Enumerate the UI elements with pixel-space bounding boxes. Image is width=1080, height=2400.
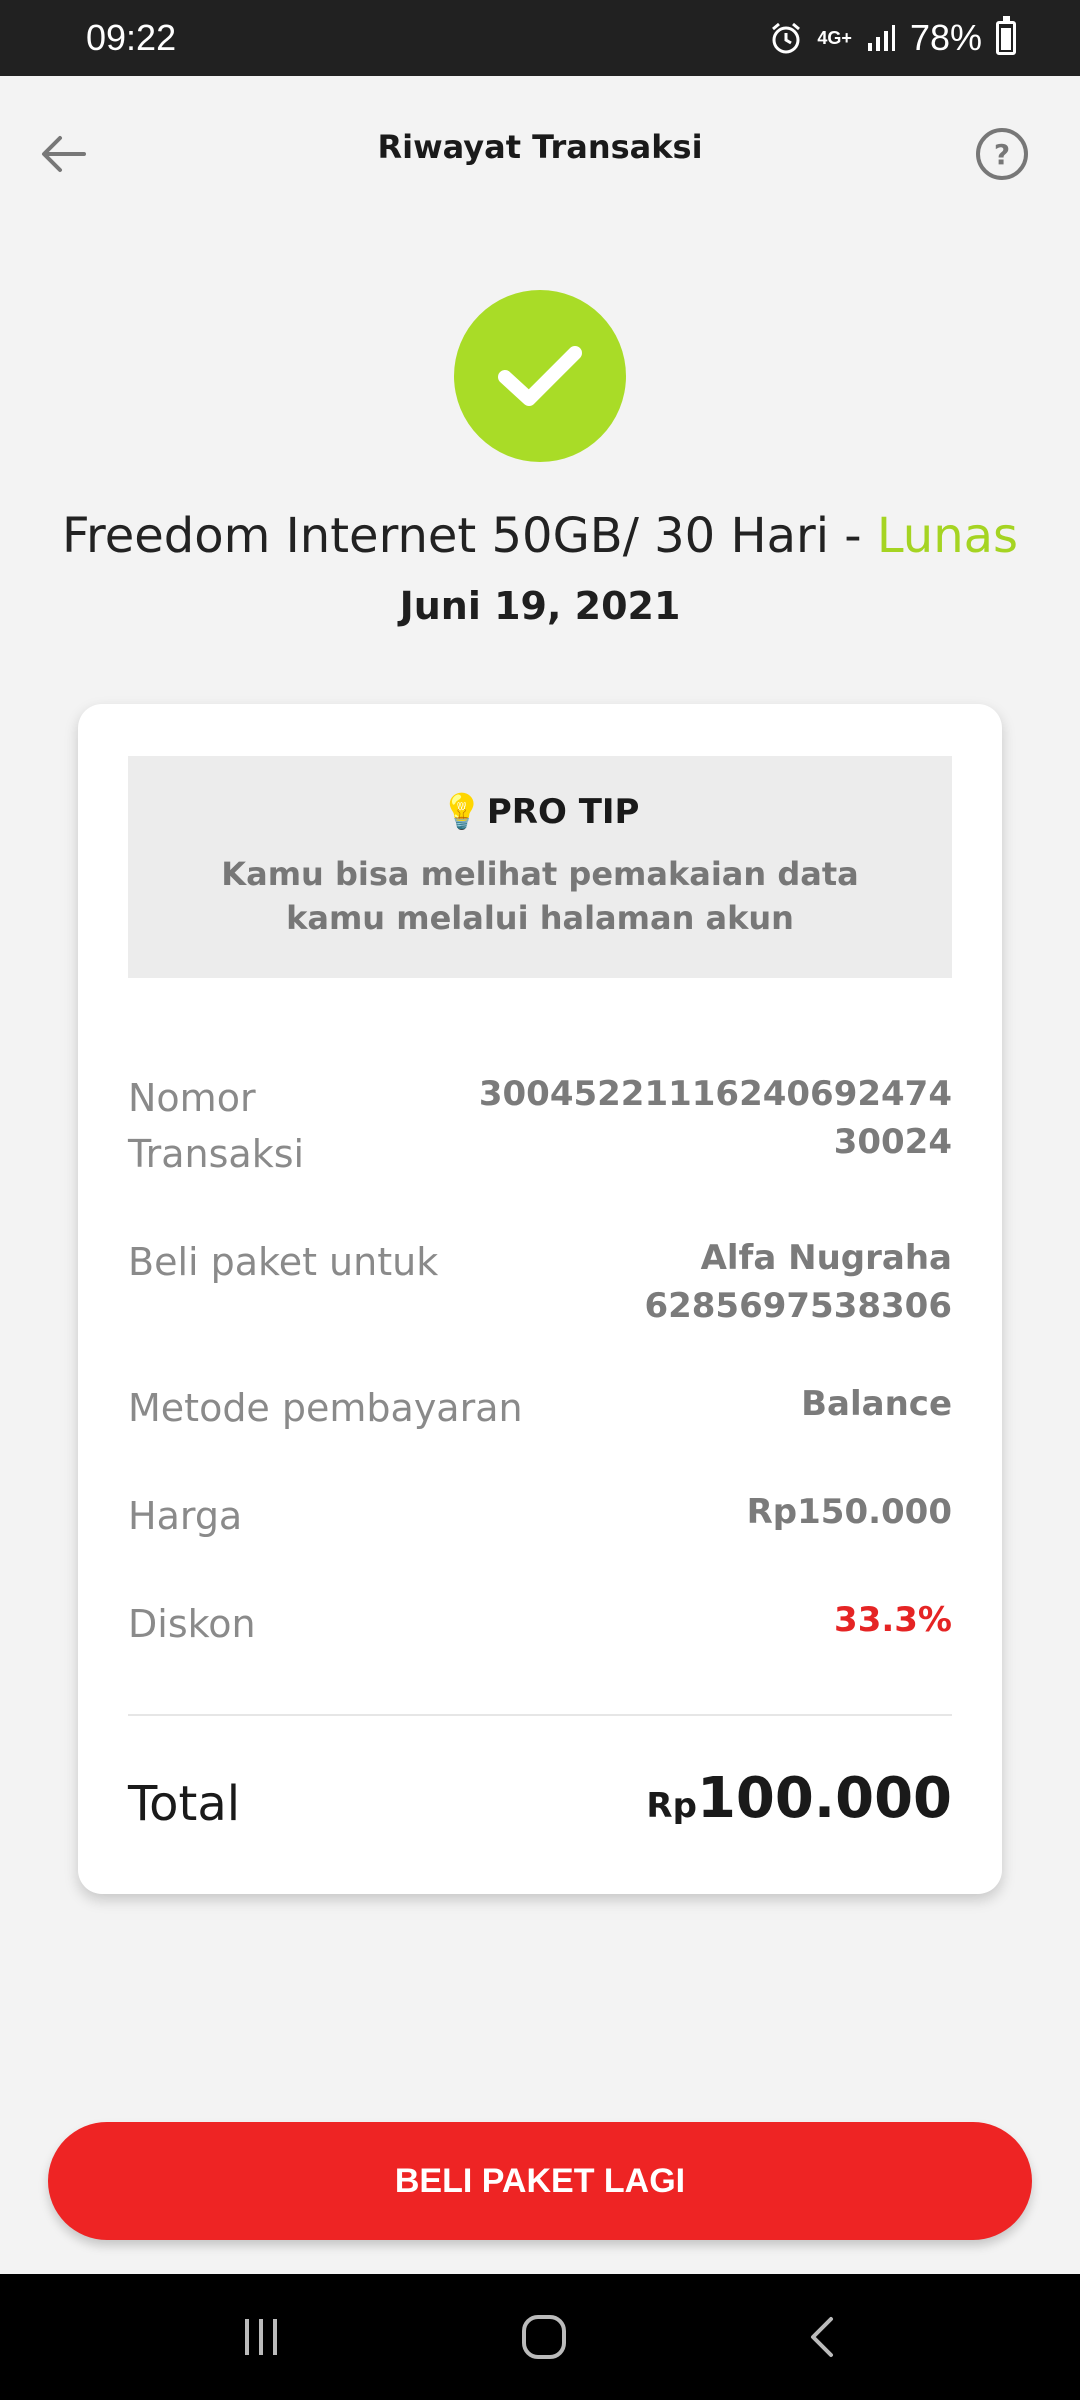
- pro-tip-text: Kamu bisa melihat pemakaian data kamu me…: [221, 855, 859, 937]
- total-amount: 100.000: [696, 1766, 952, 1831]
- pro-tip-title: 💡 PRO TIP: [128, 792, 952, 832]
- lightbulb-icon: 💡: [440, 792, 483, 832]
- product-name: Freedom Internet 50GB/ 30 Hari -: [61, 508, 877, 564]
- recipient-number: 6285697538306: [644, 1286, 952, 1326]
- payment-status: Lunas: [876, 508, 1019, 564]
- pro-tip-title-text: PRO TIP: [486, 792, 640, 832]
- success-icon: [454, 290, 626, 462]
- total-currency: Rp: [646, 1786, 697, 1826]
- navigation-bar: [0, 2274, 1080, 2400]
- status-icons: 4G+ 78%: [769, 16, 1016, 59]
- price-label: Harga: [128, 1494, 243, 1538]
- recent-apps-icon[interactable]: [237, 2313, 285, 2361]
- total-value: Rp100.000: [646, 1766, 952, 1831]
- divider: [128, 1714, 952, 1716]
- price-row: Harga Rp150.000: [128, 1488, 952, 1544]
- top-bar: Riwayat Transaksi ?: [0, 76, 1080, 230]
- help-icon[interactable]: ?: [974, 126, 1030, 182]
- recipient-name: Alfa Nugraha: [700, 1238, 952, 1278]
- discount-label: Diskon: [128, 1602, 256, 1646]
- recipient-row: Beli paket untuk Alfa Nugraha 6285697538…: [128, 1234, 952, 1330]
- transaction-number-row: Nomor Transaksi 30045221116240692474 300…: [128, 1070, 952, 1182]
- svg-text:?: ?: [994, 138, 1010, 171]
- network-type: 4G+: [817, 28, 852, 48]
- transaction-date: Juni 19, 2021: [399, 584, 681, 628]
- recipient-label: Beli paket untuk: [128, 1240, 439, 1284]
- price-value: Rp150.000: [746, 1492, 952, 1532]
- discount-value: 33.3%: [834, 1600, 952, 1640]
- transaction-number-label: Nomor Transaksi: [128, 1076, 305, 1176]
- payment-method-value: Balance: [801, 1384, 952, 1424]
- buy-again-button[interactable]: BELI PAKET LAGI: [48, 2122, 1032, 2240]
- battery-percent: 78%: [909, 17, 982, 58]
- recipient-value: Alfa Nugraha 6285697538306: [644, 1234, 952, 1330]
- total-label: Total: [128, 1776, 241, 1832]
- payment-method-row: Metode pembayaran Balance: [128, 1380, 952, 1436]
- signal-icon: [867, 25, 895, 51]
- battery-icon: [996, 16, 1016, 55]
- checkmark-icon: [498, 346, 582, 406]
- payment-method-label: Metode pembayaran: [128, 1386, 523, 1430]
- pro-tip-box: 💡 PRO TIP Kamu bisa melihat pemakaian dat…: [128, 756, 952, 978]
- discount-row: Diskon 33.3%: [128, 1596, 952, 1652]
- alarm-icon: [772, 22, 801, 54]
- status-time: 09:22: [86, 17, 177, 58]
- back-nav-icon[interactable]: [803, 2313, 843, 2361]
- page-title: Riwayat Transaksi: [377, 128, 703, 166]
- transaction-card: 💡 PRO TIP Kamu bisa melihat pemakaian dat…: [78, 704, 1002, 1894]
- status-bar: 09:22 4G+ 78%: [0, 0, 1080, 76]
- transaction-number-value: 30045221116240692474 30024: [478, 1074, 952, 1162]
- transaction-headline: Freedom Internet 50GB/ 30 Hari - Lunas: [0, 508, 1080, 564]
- home-icon[interactable]: [518, 2311, 570, 2363]
